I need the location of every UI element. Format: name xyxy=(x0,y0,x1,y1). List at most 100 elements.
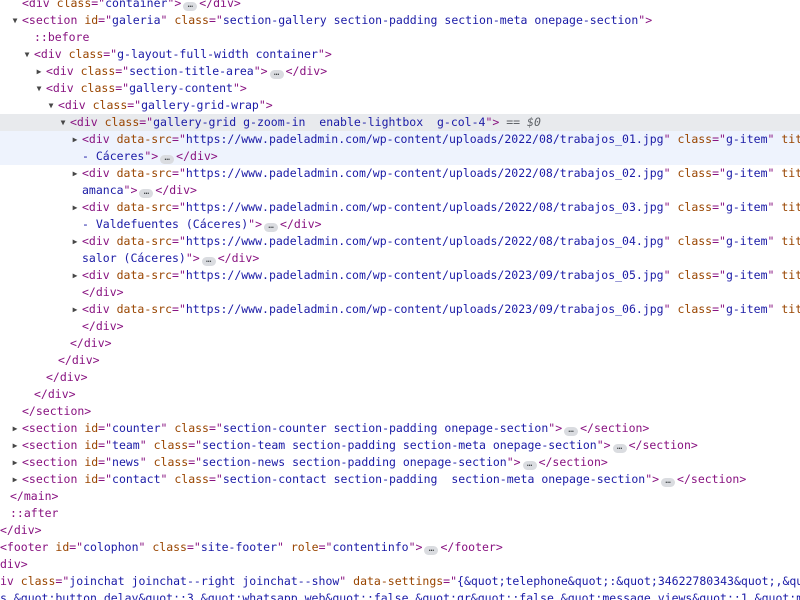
dom-node-row[interactable]: <footer id="colophon" class="site-footer… xyxy=(0,539,800,556)
ellipsis-expand-button[interactable]: … xyxy=(564,426,579,436)
attribute-name: title xyxy=(781,166,800,180)
attribute-name: data-src xyxy=(116,166,173,180)
tag-text: </div> xyxy=(280,217,322,231)
collapse-arrow-icon[interactable]: ▼ xyxy=(46,97,56,114)
tag-text: =" xyxy=(98,13,113,27)
tag-text: </main> xyxy=(10,489,59,503)
ellipsis-expand-button[interactable]: … xyxy=(424,545,439,555)
attribute-name: class xyxy=(80,64,116,78)
dom-node-row[interactable]: s &quot;button_delay&quot;:3,&quot;whats… xyxy=(0,590,800,600)
expand-arrow-icon[interactable]: ▶ xyxy=(10,437,20,454)
dom-node-row[interactable]: </div> xyxy=(0,335,800,352)
dom-node-row[interactable]: iv class="joinchat joinchat--right joinc… xyxy=(0,573,800,590)
ellipsis-expand-button[interactable]: … xyxy=(264,222,279,232)
dom-node-row[interactable]: ▶ <div data-src="https://www.padeladmin.c… xyxy=(0,131,800,148)
dom-node-row[interactable]: div> xyxy=(0,556,800,573)
ellipsis-expand-button[interactable]: … xyxy=(269,69,284,79)
tag-text: "> xyxy=(638,13,653,27)
ellipsis-expand-button[interactable]: … xyxy=(661,477,676,487)
tag-text: =" xyxy=(127,98,142,112)
dom-node-row[interactable]: </div> xyxy=(0,284,800,301)
expand-arrow-icon[interactable]: ▶ xyxy=(70,267,80,284)
dom-node-row[interactable]: </main> xyxy=(0,488,800,505)
ellipsis-expand-button[interactable]: … xyxy=(201,256,216,266)
ellipsis-expand-button[interactable]: … xyxy=(160,154,175,164)
dom-node-row[interactable]: </div> xyxy=(0,318,800,335)
dom-node-row[interactable]: ::after xyxy=(0,505,800,522)
dom-node-row[interactable]: ▶ <div class="section-title-area">… </div> xyxy=(0,63,800,80)
dom-node-text: <footer id="colophon" class="site-footer… xyxy=(0,539,503,556)
tag-text: <div xyxy=(34,47,69,61)
collapse-arrow-icon[interactable]: ▼ xyxy=(58,114,68,131)
dom-node-row[interactable]: ▶ <div data-src="https://www.padeladmin.c… xyxy=(0,267,800,284)
tag-text: </div> xyxy=(82,285,124,299)
tag-text: " xyxy=(277,540,291,554)
tag-text: <div xyxy=(82,302,117,316)
attribute-value: g-item xyxy=(725,302,768,316)
dom-node-row[interactable]: ▼ <div class="gallery-content"> xyxy=(0,80,800,97)
tag-text: <div xyxy=(82,166,117,180)
collapse-arrow-icon[interactable]: ▼ xyxy=(34,80,44,97)
attribute-value: gallery-grid-wrap xyxy=(141,98,259,112)
attribute-value: gallery-grid g-zoom-in enable-lightbox g… xyxy=(153,115,486,129)
dom-node-row[interactable]: amanca">… </div> xyxy=(0,182,800,199)
collapse-arrow-icon[interactable]: ▼ xyxy=(10,12,20,29)
expand-arrow-icon[interactable]: ▶ xyxy=(70,233,80,250)
console-ref: $0 xyxy=(527,115,541,129)
dom-node-text: iv class="joinchat joinchat--right joinc… xyxy=(0,573,800,590)
dom-node-row[interactable]: ▼ <div class="gallery-grid g-zoom-in enab… xyxy=(0,114,800,131)
dom-node-row[interactable]: ::before xyxy=(0,29,800,46)
dom-node-row[interactable]: ▶ <div data-src="https://www.padeladmin.c… xyxy=(0,233,800,250)
attribute-value: s &quot;button_delay&quot;:3,&quot;whats… xyxy=(0,591,800,600)
attribute-name: class xyxy=(153,438,189,452)
tag-text: </section> xyxy=(538,455,608,469)
tag-text: "> xyxy=(253,64,268,78)
dom-node-row[interactable]: </section> xyxy=(0,403,800,420)
tag-text: " xyxy=(767,132,782,146)
tag-text: =" xyxy=(55,574,70,588)
dom-node-row[interactable]: <div class="container">… </div> xyxy=(0,0,800,12)
tag-text: </div> xyxy=(0,523,42,537)
expand-arrow-icon[interactable]: ▶ xyxy=(10,471,20,488)
dom-node-row[interactable]: ▶ <div data-src="https://www.padeladmin.c… xyxy=(0,301,800,318)
tag-text: "> xyxy=(258,98,273,112)
expand-arrow-icon[interactable]: ▶ xyxy=(70,165,80,182)
collapse-arrow-icon[interactable]: ▼ xyxy=(22,46,32,63)
expand-arrow-icon[interactable]: ▶ xyxy=(70,199,80,216)
dom-node-text: </div> xyxy=(70,335,112,352)
dom-node-row[interactable]: ▶ <section id="news" class="section-news … xyxy=(0,454,800,471)
dom-node-text: <div data-src="https://www.padeladmin.co… xyxy=(82,233,800,250)
dom-node-row[interactable]: ▶ <section id="team" class="section-team … xyxy=(0,437,800,454)
tag-text: " xyxy=(160,13,175,27)
dom-node-row[interactable]: ▶ <section id="counter" class="section-co… xyxy=(0,420,800,437)
dom-node-row[interactable]: ▶ <div data-src="https://www.padeladmin.c… xyxy=(0,165,800,182)
expand-arrow-icon[interactable]: ▶ xyxy=(10,420,20,437)
tag-text: =" xyxy=(712,302,726,316)
tag-text: <div xyxy=(46,81,81,95)
expand-arrow-icon[interactable]: ▶ xyxy=(70,301,80,318)
dom-node-row[interactable]: </div> xyxy=(0,369,800,386)
expand-arrow-icon[interactable]: ▶ xyxy=(10,454,20,471)
tag-text: " xyxy=(139,455,154,469)
ellipsis-expand-button[interactable]: … xyxy=(522,460,537,470)
dom-node-row[interactable]: </div> xyxy=(0,522,800,539)
dom-node-row[interactable]: ▼ <div class="g-layout-full-width contain… xyxy=(0,46,800,63)
expand-arrow-icon[interactable]: ▶ xyxy=(34,63,44,80)
tag-text: </div> xyxy=(34,387,76,401)
dom-node-row[interactable]: - Valdefuentes (Cáceres)">… </div> xyxy=(0,216,800,233)
ellipsis-expand-button[interactable]: … xyxy=(612,443,627,453)
expand-arrow-icon[interactable]: ▶ xyxy=(70,131,80,148)
tag-text: =" xyxy=(115,81,130,95)
dom-node-row[interactable]: ▼ <div class="gallery-grid-wrap"> xyxy=(0,97,800,114)
ellipsis-expand-button[interactable]: … xyxy=(183,1,198,11)
dom-node-row[interactable]: - Cáceres">… </div> xyxy=(0,148,800,165)
dom-node-row[interactable]: salor (Cáceres)">… </div> xyxy=(0,250,800,267)
dom-node-row[interactable]: ▶ <div data-src="https://www.padeladmin.c… xyxy=(0,199,800,216)
dom-node-row[interactable]: </div> xyxy=(0,352,800,369)
dom-node-row[interactable]: ▶ <section id="contact" class="section-co… xyxy=(0,471,800,488)
ellipsis-expand-button[interactable]: … xyxy=(139,188,154,198)
attribute-value: https://www.padeladmin.com/wp-content/up… xyxy=(185,234,664,248)
dom-node-row[interactable]: </div> xyxy=(0,386,800,403)
dom-node-row[interactable]: ▼ <section id="galeria" class="section-ga… xyxy=(0,12,800,29)
attribute-name: class xyxy=(677,234,713,248)
